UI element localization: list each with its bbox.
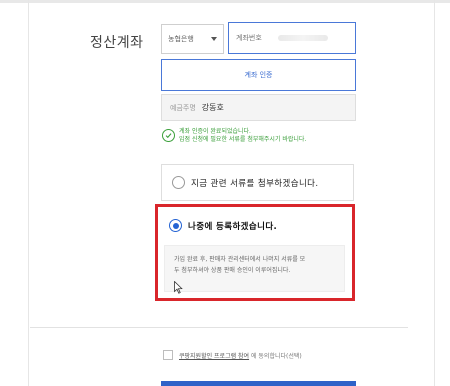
- program-link[interactable]: 쿠팡지원할인 프로그램 참여: [179, 353, 249, 360]
- option-attach-now-label: 지금 관련 서류를 첨부하겠습니다.: [191, 178, 319, 189]
- account-holder-label: 예금주명: [170, 103, 196, 112]
- caret-down-icon: [211, 37, 217, 41]
- submit-button-edge[interactable]: [161, 381, 356, 386]
- success-line-2: 입점 신청에 필요한 서류를 첨부해주시기 바랍니다.: [179, 136, 307, 143]
- page-left-edge: [28, 0, 29, 386]
- agreement-suffix: 에 동의합니다(선택): [250, 352, 302, 360]
- masked-account-number: [277, 35, 328, 41]
- verify-account-button[interactable]: 계좌 인증: [161, 59, 356, 91]
- info-line-2: 두 첨부하셔야 상품 판매 승인이 이루어집니다.: [174, 267, 291, 274]
- account-holder-name: 강동호: [201, 103, 224, 112]
- check-circle-icon: [162, 129, 175, 142]
- mouse-cursor-icon: [174, 281, 183, 294]
- option-register-later[interactable]: 나중에 등록하겠습니다.: [169, 219, 277, 232]
- page-right-edge: [434, 0, 435, 386]
- program-agreement[interactable]: 쿠팡지원할인 프로그램 참여 에 동의합니다(선택): [163, 350, 302, 360]
- verification-success-message: 계좌 인증이 완료되었습니다. 입점 신청에 필요한 서류를 첨부해주시기 바랍…: [162, 128, 306, 144]
- agreement-text: 쿠팡지원할인 프로그램 참여 에 동의합니다(선택): [179, 351, 302, 360]
- agreement-checkbox[interactable]: [163, 350, 173, 360]
- top-border: [0, 0, 450, 3]
- account-number-input[interactable]: 계좌번호: [228, 22, 356, 54]
- radio-register-later[interactable]: [169, 219, 182, 232]
- bank-select[interactable]: 농협은행: [161, 24, 224, 54]
- bank-select-value: 농협은행: [168, 35, 194, 43]
- verify-account-label: 계좌 인증: [244, 71, 273, 79]
- radio-selected-dot: [172, 222, 179, 229]
- success-line-1: 계좌 인증이 완료되었습니다.: [179, 128, 251, 135]
- radio-attach-now[interactable]: [172, 176, 185, 189]
- option-attach-now[interactable]: 지금 관련 서류를 첨부하겠습니다.: [161, 164, 354, 201]
- section-label: 정산계좌: [90, 35, 144, 51]
- option-register-later-label: 나중에 등록하겠습니다.: [188, 221, 278, 232]
- account-holder-field: 예금주명 강동호: [161, 94, 356, 121]
- info-line-1: 가입 완료 후, 판매자 관리센터에서 나머지 서류를 모: [174, 256, 306, 263]
- register-later-info: 가입 완료 후, 판매자 관리센터에서 나머지 서류를 모 두 첨부하셔야 상품…: [164, 245, 345, 292]
- section-divider: [30, 327, 408, 328]
- account-number-label: 계좌번호: [236, 34, 262, 42]
